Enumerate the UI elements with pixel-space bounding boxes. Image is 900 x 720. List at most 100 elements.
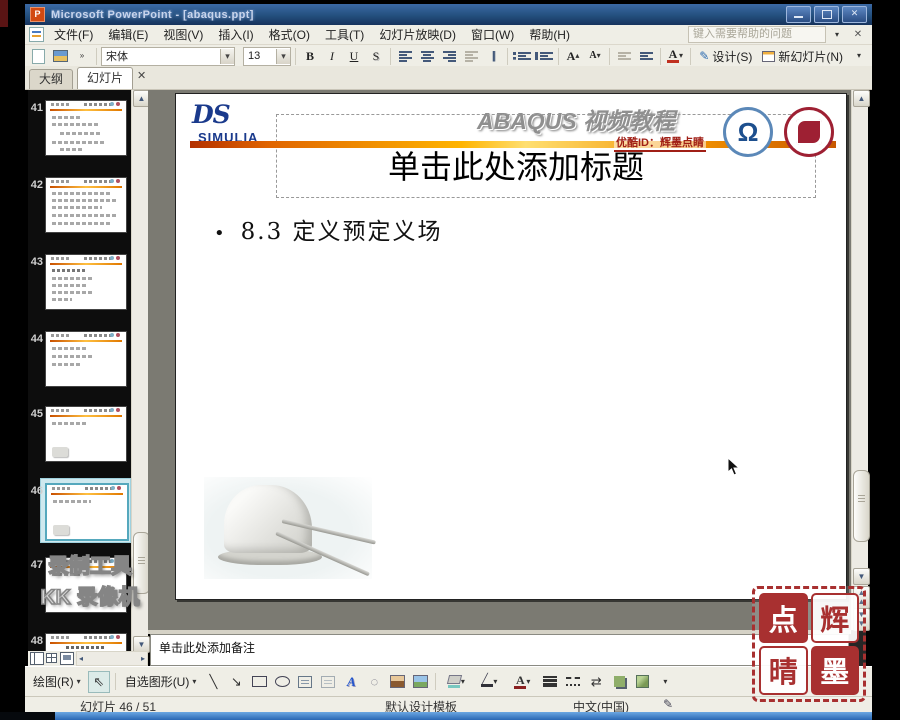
scroll-down-icon[interactable]: ▼ <box>853 568 870 585</box>
justify-button[interactable] <box>461 47 481 66</box>
scroll-left-icon[interactable]: ◂ <box>79 654 83 663</box>
scroll-up-icon[interactable]: ▲ <box>853 90 870 107</box>
normal-view-button[interactable] <box>30 652 44 665</box>
autoshapes-menu-button[interactable]: 自选图形(U) ▾ <box>121 672 201 691</box>
text-shadow-button[interactable]: S <box>366 47 386 66</box>
bold-button[interactable]: B <box>300 47 320 66</box>
chevron-down-icon: ▾ <box>192 676 197 686</box>
draw-font-color-button[interactable]: A ▾ <box>507 672 537 692</box>
fill-color-button[interactable]: ▾ <box>441 672 471 692</box>
scroll-right-icon[interactable]: ▸ <box>141 654 145 663</box>
tab-slides[interactable]: 幻灯片 <box>77 67 134 89</box>
underline-button[interactable]: U <box>344 47 364 66</box>
clipart-icon <box>389 675 405 688</box>
arrow-style-button[interactable]: ⇄ <box>586 672 606 692</box>
toolbar-overflow-icon[interactable]: ▾ <box>849 47 869 66</box>
align-right-button[interactable] <box>439 47 459 66</box>
textbox-tool-button[interactable] <box>295 672 315 692</box>
spelling-status-icon: ✎ <box>663 697 674 711</box>
line-color-button[interactable]: ╱ ▾ <box>474 672 504 692</box>
close-button[interactable]: ✕ <box>842 6 867 23</box>
thumbnail-slide-42[interactable] <box>45 177 127 233</box>
numbered-list-button[interactable] <box>512 47 532 66</box>
thumbnail-slide-44[interactable] <box>45 331 127 387</box>
help-dropdown-icon[interactable]: ▾ <box>827 25 847 44</box>
open-button[interactable] <box>50 47 70 66</box>
align-center-button[interactable] <box>417 47 437 66</box>
line-tool-button[interactable]: ╲ <box>203 672 223 692</box>
maximize-button[interactable] <box>814 6 839 23</box>
menu-view[interactable]: 视图(V) <box>156 24 210 45</box>
chevron-down-icon: ▾ <box>460 676 465 686</box>
minimize-button[interactable] <box>786 6 811 23</box>
new-document-button[interactable] <box>28 47 48 66</box>
arrow-tool-button[interactable]: ↘ <box>226 672 246 692</box>
slide-scrollbar[interactable]: ▲ ▼ ▲ ▲ ▼ ▼ <box>851 90 870 631</box>
menu-edit[interactable]: 编辑(E) <box>101 24 155 45</box>
mouse-cursor <box>727 456 741 480</box>
menu-window[interactable]: 窗口(W) <box>464 24 521 45</box>
new-slide-button[interactable]: 新幻灯片(N) <box>758 47 847 66</box>
turret-3d-image[interactable] <box>204 477 376 579</box>
align-left-button[interactable] <box>395 47 415 66</box>
drawbar-overflow-icon[interactable]: ▾ <box>655 672 675 691</box>
menu-bar: 文件(F) 编辑(E) 视图(V) 插入(I) 格式(O) 工具(T) 幻灯片放… <box>25 25 872 45</box>
notes-pane[interactable]: 单击此处添加备注 <box>150 634 849 666</box>
toolbar-options-chevron[interactable]: » <box>72 47 92 66</box>
title-placeholder-text[interactable]: 单击此处添加标题 <box>281 142 751 188</box>
font-size-combobox[interactable]: 13 ▾ <box>243 46 291 66</box>
vertical-textbox-button[interactable] <box>318 672 338 692</box>
increase-font-button[interactable]: A ▴ <box>563 47 583 66</box>
decrease-indent-button[interactable] <box>614 47 634 66</box>
draw-menu-button[interactable]: 绘图(R) ▾ <box>29 672 85 691</box>
insert-picture-button[interactable] <box>410 672 430 692</box>
chevron-down-icon[interactable]: ▾ <box>220 48 234 64</box>
design-button[interactable]: ✎ 设计(S) <box>695 47 756 66</box>
thumbnail-slide-43[interactable] <box>45 254 127 310</box>
threed-style-button[interactable] <box>632 672 652 692</box>
italic-button[interactable]: I <box>322 47 342 66</box>
line-style-button[interactable] <box>540 672 560 692</box>
menu-help[interactable]: 帮助(H) <box>522 24 577 45</box>
rectangle-icon <box>251 676 267 687</box>
thumbnail-slide-46-selected[interactable] <box>45 483 129 541</box>
select-objects-button[interactable]: ⇖ <box>87 670 110 693</box>
tab-outline[interactable]: 大纲 <box>29 69 74 89</box>
menu-format[interactable]: 格式(O) <box>262 24 317 45</box>
close-document-button[interactable]: ✕ <box>848 25 868 44</box>
chevron-down-icon[interactable]: ▾ <box>276 48 290 64</box>
slide-canvas[interactable]: DS SIMULIA ABAQUS 视频教程 优酷ID：辉墨点睛 单击此处添加标… <box>175 93 847 600</box>
menu-file[interactable]: 文件(F) <box>47 24 100 45</box>
body-bullet-item[interactable]: • 8.3 定义预定义场 <box>214 212 443 246</box>
menu-slideshow[interactable]: 幻灯片放映(D) <box>372 24 463 45</box>
font-name-combobox[interactable]: 宋体 ▾ <box>101 46 235 66</box>
diagram-icon: ◌ <box>370 674 379 689</box>
slide-scrollbar-thumb[interactable] <box>853 470 870 542</box>
oval-tool-button[interactable] <box>272 672 292 692</box>
slide-number: 46 <box>30 485 43 497</box>
thumbnail-slide-48[interactable] <box>45 633 127 651</box>
textbox-icon <box>298 675 313 688</box>
dash-style-button[interactable] <box>563 672 583 692</box>
bullet-list-button[interactable] <box>534 47 554 66</box>
thumbnail-slide-41[interactable] <box>45 100 127 156</box>
design-icon: ✎ <box>699 49 710 63</box>
menu-tools[interactable]: 工具(T) <box>318 24 371 45</box>
slideshow-view-button[interactable] <box>60 652 74 665</box>
wordart-button[interactable]: A <box>341 672 361 692</box>
font-color-button[interactable]: A ▾ <box>665 47 685 66</box>
clipart-button[interactable] <box>387 672 407 692</box>
help-question-input[interactable]: 键入需要帮助的问题 <box>688 26 826 43</box>
slide-sorter-view-button[interactable] <box>46 653 58 664</box>
recorder-watermark: 录制工具 KK 录像机 <box>26 551 154 613</box>
shadow-style-button[interactable] <box>609 672 629 692</box>
thumbnail-slide-45[interactable] <box>45 406 127 462</box>
increase-indent-button[interactable] <box>636 47 656 66</box>
text-direction-button[interactable]: ||| <box>483 47 503 66</box>
thumbnails-horizontal-scrollbar[interactable]: ◂ ▸ <box>76 651 148 666</box>
rectangle-tool-button[interactable] <box>249 672 269 692</box>
menu-insert[interactable]: 插入(I) <box>211 24 260 45</box>
diagram-button[interactable]: ◌ <box>364 672 384 692</box>
close-pane-icon[interactable]: ✕ <box>137 69 146 82</box>
decrease-font-button[interactable]: A ▾ <box>585 47 605 66</box>
